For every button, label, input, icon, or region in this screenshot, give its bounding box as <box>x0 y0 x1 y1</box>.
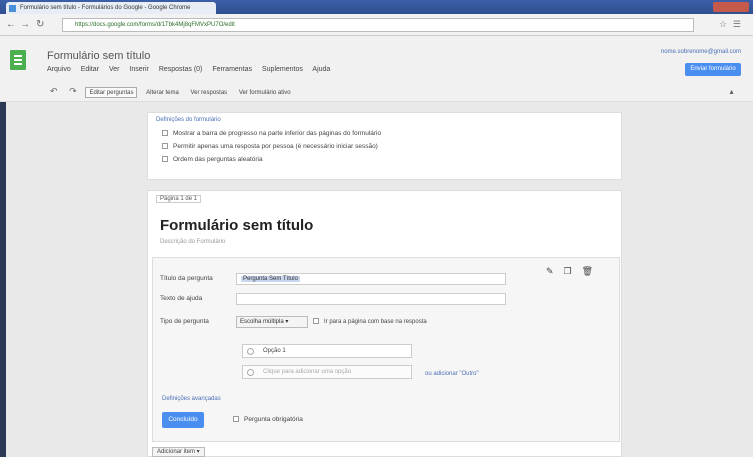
menu-bar: Arquivo Editar Ver Inserir Respostas (0)… <box>47 66 338 73</box>
checkbox[interactable] <box>162 130 168 136</box>
menu-view[interactable]: Ver <box>109 66 120 73</box>
edit-icon[interactable]: ✎ <box>546 266 564 276</box>
required-toggle[interactable]: Pergunta obrigatória <box>233 416 303 423</box>
change-theme-button[interactable]: Alterar tema <box>143 88 182 99</box>
tab-title: Formulário sem título - Formulários do G… <box>20 5 191 11</box>
go-to-page-option[interactable]: Ir para a página com base na resposta <box>313 318 427 325</box>
question-actions: ✎❐🗑 <box>546 266 603 277</box>
browser-menu-icon[interactable]: ☆☰ <box>719 19 747 30</box>
app-header: Formulário sem título Arquivo Editar Ver… <box>0 36 753 102</box>
editor-canvas: Definições do formulário Mostrar a barra… <box>0 102 753 457</box>
form-page-card: Página 1 de 1 Formulário sem título Desc… <box>147 190 622 457</box>
window-edge <box>0 102 6 457</box>
duplicate-icon[interactable]: ❐ <box>563 266 581 276</box>
collapse-icon[interactable]: ▲ <box>728 89 735 96</box>
account-email[interactable]: nome.sobrenome@gmail.com <box>661 49 741 55</box>
menu-tools[interactable]: Ferramentas <box>212 66 252 73</box>
menu-edit[interactable]: Editar <box>81 66 99 73</box>
settings-title[interactable]: Definições do formulário <box>156 117 221 123</box>
forward-icon[interactable]: → <box>20 19 30 30</box>
add-item-button[interactable]: Adicionar item ▾ <box>152 447 205 457</box>
option-1[interactable]: Opção 1 <box>242 344 412 358</box>
send-form-button[interactable]: Enviar formulário <box>685 63 741 76</box>
back-icon[interactable]: ← <box>6 19 16 30</box>
checkbox[interactable] <box>313 318 319 324</box>
setting-progress-bar[interactable]: Mostrar a barra de progresso na parte in… <box>162 130 381 137</box>
question-title-input[interactable]: Pergunta Sem Título <box>236 273 506 285</box>
form-description[interactable]: Descrição do Formulário <box>160 239 225 245</box>
setting-one-response[interactable]: Permitir apenas uma resposta por pessoa … <box>162 143 378 150</box>
question-editor: ✎❐🗑 Título da pergunta Pergunta Sem Títu… <box>152 257 620 442</box>
checkbox[interactable] <box>162 143 168 149</box>
menu-addons[interactable]: Suplementos <box>262 66 303 73</box>
question-title-label: Título da pergunta <box>160 275 213 282</box>
help-text-label: Texto de ajuda <box>160 295 203 302</box>
setting-shuffle[interactable]: Ordem das perguntas aleatória <box>162 156 263 163</box>
add-option-input[interactable]: Clique para adicionar uma opção <box>242 365 412 379</box>
favicon-icon <box>9 5 16 12</box>
advanced-settings-link[interactable]: Definições avançadas <box>162 396 221 402</box>
add-other-link[interactable]: ou adicionar "Outro" <box>425 371 479 377</box>
url-field[interactable]: https://docs.google.com/forms/d/1Tbk4Mj8… <box>62 18 694 32</box>
address-bar: ← → ↻ https://docs.google.com/forms/d/1T… <box>0 14 753 36</box>
question-type-select[interactable]: Escolha múltipla ▾ <box>236 316 308 328</box>
forms-logo-icon[interactable] <box>10 50 26 70</box>
browser-tab[interactable]: Formulário sem título - Formulários do G… <box>6 2 216 14</box>
radio-icon <box>247 348 254 355</box>
menu-file[interactable]: Arquivo <box>47 66 71 73</box>
delete-icon[interactable]: 🗑 <box>582 266 603 276</box>
checkbox[interactable] <box>233 416 239 422</box>
question-type-label: Tipo de pergunta <box>160 318 209 325</box>
document-title[interactable]: Formulário sem título <box>47 50 150 62</box>
toolbar: ↶ ↷ Editar perguntas Alterar tema Ver re… <box>47 86 298 98</box>
live-form-button[interactable]: Ver formulário ativo <box>236 88 294 99</box>
menu-insert[interactable]: Inserir <box>129 66 148 73</box>
checkbox[interactable] <box>162 156 168 162</box>
help-text-input[interactable] <box>236 293 506 305</box>
view-responses-button[interactable]: Ver respostas <box>188 88 231 99</box>
browser-titlebar: Formulário sem título - Formulários do G… <box>0 0 753 14</box>
window-controls[interactable] <box>713 2 749 12</box>
done-button[interactable]: Concluído <box>162 412 204 428</box>
edit-questions-button[interactable]: Editar perguntas <box>85 87 138 98</box>
page-label: Página 1 de 1 <box>156 195 202 203</box>
menu-responses[interactable]: Respostas (0) <box>159 66 203 73</box>
menu-help[interactable]: Ajuda <box>312 66 330 73</box>
reload-icon[interactable]: ↻ <box>36 19 44 30</box>
undo-icon[interactable]: ↶ <box>47 86 61 97</box>
form-title[interactable]: Formulário sem título <box>160 217 313 234</box>
radio-icon <box>247 369 254 376</box>
form-settings-card: Definições do formulário Mostrar a barra… <box>147 112 622 180</box>
redo-icon[interactable]: ↷ <box>66 86 80 97</box>
